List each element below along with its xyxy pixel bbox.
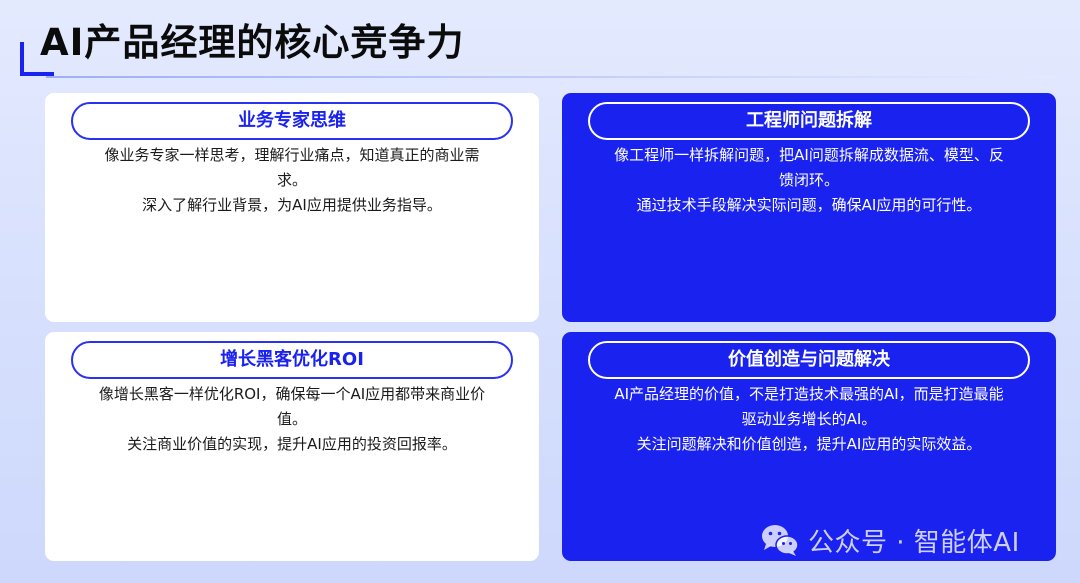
card-text-line: 像业务专家一样思考，理解行业痛点，知道真正的商业需 bbox=[104, 146, 480, 164]
slide-title: AI产品经理的核心竞争力 bbox=[40, 21, 465, 64]
title-divider bbox=[46, 76, 1056, 78]
card-text-line: 求。 bbox=[276, 171, 307, 189]
wechat-icon bbox=[762, 525, 799, 556]
card-text-line: 像工程师一样拆解问题，把AI问题拆解成数据流、模型、反 bbox=[614, 146, 1004, 164]
card-text-line: 深入了解行业背景，为AI应用提供业务指导。 bbox=[142, 196, 442, 214]
card-description: 像业务专家一样思考，理解行业痛点，知道真正的商业需 求。 深入了解行业背景，为A… bbox=[73, 143, 511, 218]
card-title-pill: 业务专家思维 bbox=[71, 102, 513, 140]
card-description: AI产品经理的价值，不是打造技术最强的AI，而是打造最能 驱动业务增长的AI。 … bbox=[590, 382, 1028, 457]
card-engineer-decomposition: 工程师问题拆解 像工程师一样拆解问题，把AI问题拆解成数据流、模型、反 馈闭环。… bbox=[562, 93, 1056, 322]
card-description: 像增长黑客一样优化ROI，确保每一个AI应用都带来商业价 值。 关注商业价值的实… bbox=[73, 382, 511, 457]
card-title-pill: 增长黑客优化ROI bbox=[71, 341, 513, 379]
watermark-text: 公众号 · 智能体AI bbox=[808, 527, 1020, 558]
card-description: 像工程师一样拆解问题，把AI问题拆解成数据流、模型、反 馈闭环。 通过技术手段解… bbox=[590, 143, 1028, 218]
watermark: 公众号 · 智能体AI bbox=[760, 520, 1020, 560]
card-text-line: 馈闭环。 bbox=[778, 171, 839, 189]
card-growth-hacker-roi: 增长黑客优化ROI 像增长黑客一样优化ROI，确保每一个AI应用都带来商业价 值… bbox=[45, 332, 539, 561]
card-text-line: 通过技术手段解决实际问题，确保AI应用的可行性。 bbox=[636, 196, 982, 214]
card-text-line: 关注问题解决和价值创造，提升AI应用的实际效益。 bbox=[636, 435, 982, 453]
card-text-line: 驱动业务增长的AI。 bbox=[741, 410, 877, 428]
card-text-line: 像增长黑客一样优化ROI，确保每一个AI应用都带来商业价 bbox=[98, 385, 486, 403]
card-text-line: 值。 bbox=[276, 410, 307, 428]
card-title-pill: 价值创造与问题解决 bbox=[588, 341, 1030, 379]
card-business-expert: 业务专家思维 像业务专家一样思考，理解行业痛点，知道真正的商业需 求。 深入了解… bbox=[45, 93, 539, 322]
card-title-pill: 工程师问题拆解 bbox=[588, 102, 1030, 140]
card-text-line: AI产品经理的价值，不是打造技术最强的AI，而是打造最能 bbox=[614, 385, 1004, 403]
card-text-line: 关注商业价值的实现，提升AI应用的投资回报率。 bbox=[127, 435, 457, 453]
